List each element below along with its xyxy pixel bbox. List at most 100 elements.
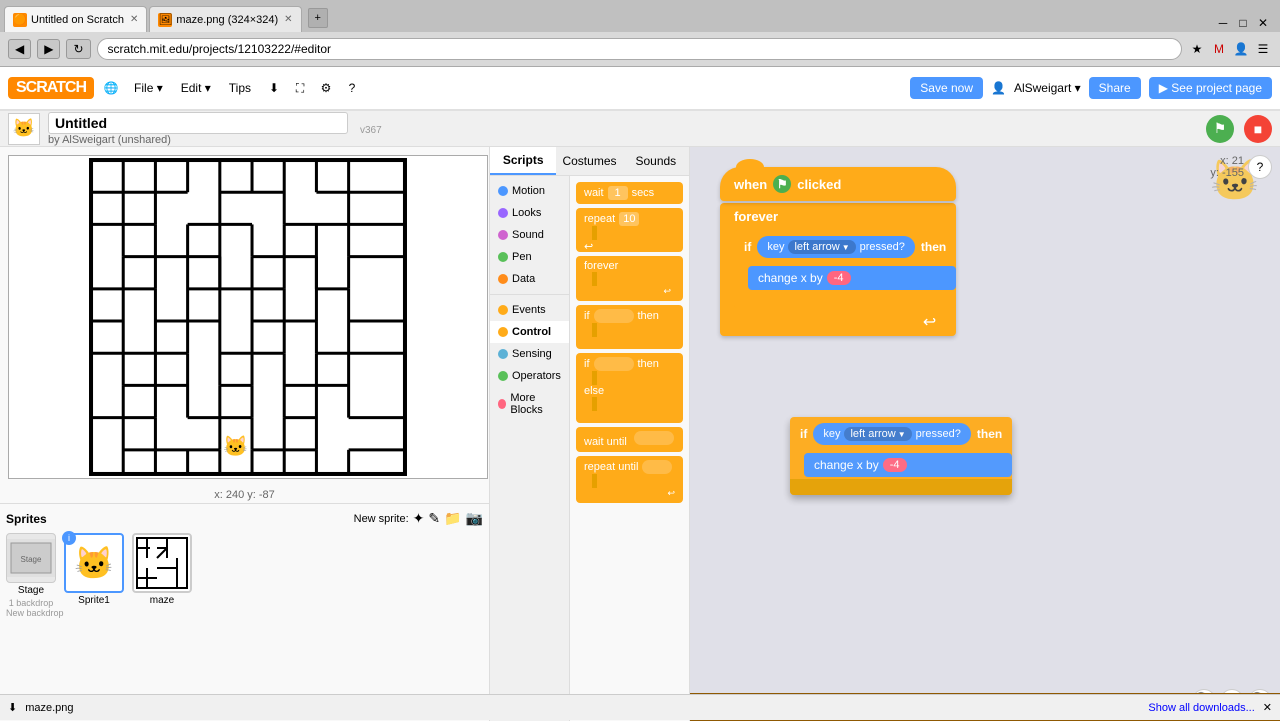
username-label[interactable]: AlSweigart ▾ — [1014, 81, 1081, 95]
help-icon[interactable]: ? — [343, 79, 361, 97]
sensing-dot — [498, 349, 508, 359]
key-condition[interactable]: key left arrow ▼ pressed? — [757, 236, 915, 258]
wait-input[interactable]: 1 — [608, 186, 628, 200]
blocks-panel: Scripts Costumes Sounds Motion Looks — [490, 147, 690, 721]
back-button[interactable]: ◀ — [8, 39, 31, 59]
minimize-icon[interactable]: ─ — [1214, 14, 1232, 32]
stage-sprite-item[interactable]: Stage Stage 1 backdrop — [6, 533, 56, 608]
wait-until-block[interactable]: wait until — [576, 427, 683, 452]
wait-secs-block[interactable]: wait 1 secs — [576, 182, 683, 204]
download-filename: maze.png — [25, 702, 73, 714]
wait-label: wait — [584, 187, 604, 199]
reload-button[interactable]: ↻ — [66, 39, 90, 59]
mail-icon[interactable]: M — [1210, 40, 1228, 58]
tab-scratch-close[interactable]: ✕ — [130, 14, 138, 25]
change-x-block[interactable]: change x by -4 — [748, 266, 956, 290]
category-looks[interactable]: Looks — [490, 202, 569, 224]
close-window-icon[interactable]: ✕ — [1254, 14, 1272, 32]
user-icon[interactable]: 👤 — [1232, 40, 1250, 58]
sprite1-badge: i — [62, 531, 76, 545]
change-x-value[interactable]: -4 — [827, 271, 851, 285]
left-arrow2-label: left arrow — [850, 428, 895, 440]
help-scripts-button[interactable]: ? — [1248, 155, 1272, 179]
fullscreen-icon[interactable]: ⛶ — [291, 79, 309, 97]
more-blocks-dot — [498, 399, 506, 409]
stage-thumbnail: Stage — [6, 533, 56, 583]
menu-icon[interactable]: ☰ — [1254, 40, 1272, 58]
new-tab-button[interactable]: + — [308, 8, 328, 28]
if-block[interactable]: if then — [576, 305, 683, 349]
tab-scratch[interactable]: 🟠 Untitled on Scratch ✕ — [4, 6, 147, 32]
scratch-logo: SCRATCH — [8, 77, 94, 99]
category-sensing-label: Sensing — [512, 348, 552, 360]
address-input[interactable] — [97, 38, 1182, 60]
tab-sounds[interactable]: Sounds — [623, 147, 689, 175]
show-all-downloads[interactable]: Show all downloads... — [1148, 702, 1254, 714]
category-more-blocks[interactable]: More Blocks — [490, 387, 569, 421]
repeat-block[interactable]: repeat 10 ↩ — [576, 208, 683, 252]
download-icon[interactable]: ⬇ — [265, 79, 283, 97]
key2-condition[interactable]: key left arrow ▼ pressed? — [813, 423, 971, 445]
forward-button[interactable]: ▶ — [37, 39, 60, 59]
save-button[interactable]: Save now — [910, 77, 983, 99]
change-x2-value[interactable]: -4 — [883, 458, 907, 472]
category-control[interactable]: Control — [490, 321, 569, 343]
stop-button[interactable]: ■ — [1244, 115, 1272, 143]
category-sound[interactable]: Sound — [490, 224, 569, 246]
category-operators[interactable]: Operators — [490, 365, 569, 387]
pressed2-label: pressed? — [916, 428, 961, 440]
globe-icon[interactable]: 🌐 — [102, 79, 120, 97]
forever-block[interactable]: forever ↩ — [576, 256, 683, 301]
sprite1-item[interactable]: i 🐱 Sprite1 — [64, 533, 124, 608]
project-name-input[interactable] — [48, 112, 348, 134]
tab-maze-close[interactable]: ✕ — [284, 14, 292, 25]
key2-dropdown[interactable]: left arrow ▼ — [844, 427, 911, 441]
repeat-until-block[interactable]: repeat until ↩ — [576, 456, 683, 503]
maze-sprite-item[interactable]: maze — [132, 533, 192, 608]
category-pen[interactable]: Pen — [490, 246, 569, 268]
category-data[interactable]: Data — [490, 268, 569, 290]
star-new-sprite-icon[interactable]: ✦ — [413, 510, 425, 527]
green-flag-button[interactable]: ⚑ — [1206, 115, 1234, 143]
forever-script-block[interactable]: forever if key left arrow — [720, 203, 956, 336]
cat-in-maze: 🐱 — [223, 435, 248, 458]
if-script-block[interactable]: if key left arrow ▼ pressed? — [734, 230, 956, 308]
key-dropdown[interactable]: left arrow ▼ — [788, 240, 855, 254]
tab-bar: 🟠 Untitled on Scratch ✕ 🖼 maze.png (324×… — [0, 0, 1280, 32]
scripts-canvas[interactable]: when ⚑ clicked forever if — [690, 147, 1280, 721]
category-motion[interactable]: Motion — [490, 180, 569, 202]
bookmark-icon[interactable]: ★ — [1188, 40, 1206, 58]
edit-menu[interactable]: Edit ▾ — [175, 78, 217, 98]
share-button[interactable]: Share — [1089, 77, 1141, 99]
brush-new-sprite-icon[interactable]: ✎ — [428, 510, 440, 527]
tab-scripts[interactable]: Scripts — [490, 147, 556, 175]
category-events-label: Events — [512, 304, 546, 316]
change-x2-container: change x by -4 — [804, 451, 1012, 479]
tab-maze[interactable]: 🖼 maze.png (324×324) ✕ — [149, 6, 301, 32]
categories-divider — [490, 294, 569, 295]
sound-dot — [498, 230, 508, 240]
if-dragged-block[interactable]: if key left arrow ▼ pressed? then — [790, 417, 1012, 495]
category-events[interactable]: Events — [490, 299, 569, 321]
close-download-bar[interactable]: ✕ — [1263, 701, 1272, 714]
tab-costumes[interactable]: Costumes — [556, 147, 622, 175]
repeat-until-slot — [642, 460, 672, 474]
file-menu[interactable]: File ▾ — [128, 78, 169, 98]
hat-block-when-clicked[interactable]: when ⚑ clicked forever if — [720, 167, 956, 336]
settings-icon[interactable]: ⚙ — [317, 79, 335, 97]
tips-menu[interactable]: Tips — [223, 78, 257, 98]
repeat-until-label: repeat until — [584, 461, 638, 473]
upload-sprite-icon[interactable]: 📁 — [444, 510, 461, 527]
new-backdrop-label[interactable]: New backdrop — [6, 608, 483, 618]
maximize-icon[interactable]: □ — [1234, 14, 1252, 32]
change-x2-block[interactable]: change x by -4 — [804, 453, 1012, 477]
svg-text:Stage: Stage — [21, 555, 42, 564]
change-x2-label: change x by — [814, 458, 879, 472]
if-else-block[interactable]: if then else — [576, 353, 683, 423]
sprites-new-controls: New sprite: ✦ ✎ 📁 📷 — [354, 510, 483, 527]
category-sensing[interactable]: Sensing — [490, 343, 569, 365]
see-project-button[interactable]: ▶ See project page — [1149, 77, 1272, 99]
repeat-input[interactable]: 10 — [619, 212, 639, 226]
camera-sprite-icon[interactable]: 📷 — [466, 510, 483, 527]
download-icon: ⬇ — [8, 701, 17, 714]
